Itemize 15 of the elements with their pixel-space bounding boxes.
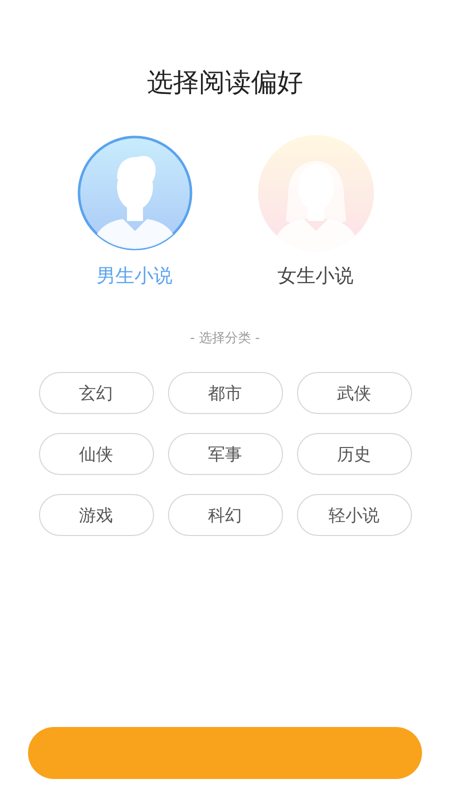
gender-option[interactable]: 女生小说 bbox=[258, 135, 374, 289]
category-tag[interactable]: 历史 bbox=[296, 433, 412, 475]
category-tag[interactable]: 游戏 bbox=[38, 494, 154, 536]
category-tag[interactable]: 武侠 bbox=[296, 372, 412, 414]
category-tag[interactable]: 军事 bbox=[168, 433, 282, 475]
category-tag[interactable]: 玄幻 bbox=[38, 372, 154, 414]
person-avatar-icon bbox=[76, 135, 192, 251]
confirm-button[interactable] bbox=[28, 727, 422, 779]
category-tag[interactable]: 科幻 bbox=[168, 494, 282, 536]
section-heading: - 选择分类 - bbox=[190, 330, 260, 347]
category-tag[interactable]: 仙侠 bbox=[38, 433, 154, 475]
category-tag[interactable]: 都市 bbox=[168, 372, 282, 414]
category-tag[interactable]: 轻小说 bbox=[296, 494, 412, 536]
person-avatar-icon bbox=[258, 135, 374, 251]
page-title: 选择阅读偏好 bbox=[147, 67, 303, 100]
